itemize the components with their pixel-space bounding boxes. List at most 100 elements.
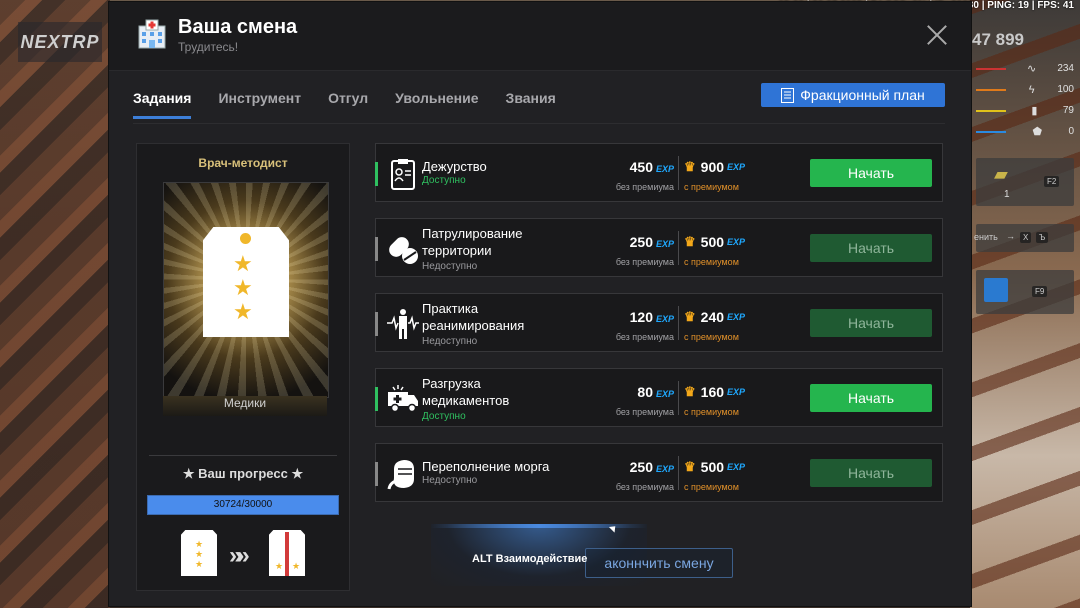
start-task-button[interactable]: Начать <box>810 309 932 337</box>
hud-inventory-slot[interactable]: ▰ 1 F2 <box>976 158 1074 206</box>
task-exp: 120 EXP <box>629 309 674 325</box>
thirst-bar <box>976 109 1006 112</box>
task-status-accent <box>375 462 378 486</box>
crown-icon: ♛ <box>684 234 696 249</box>
hud-stat-thirst: ▮ 79 <box>976 100 1074 121</box>
task-status-accent <box>375 312 378 336</box>
hospital-icon <box>138 19 166 49</box>
heartbeat-icon: ∿ <box>1027 63 1037 75</box>
hud-stat-armor: ⬟ 0 <box>976 121 1074 142</box>
task-exp-premium: ♛ 240 EXP <box>684 309 746 325</box>
rank-progress-bar: 30724/30000 <box>147 495 339 515</box>
task-row: Переполнение морга Недоступно 250 EXP без пр… <box>375 443 943 502</box>
clipboard-icon <box>386 157 420 191</box>
task-name: Дежурство <box>422 159 487 174</box>
calendar-icon <box>984 278 1008 302</box>
task-row: Патрулирование территории Недоступно 250 EXP… <box>375 218 943 277</box>
task-status: Недоступно <box>422 261 478 272</box>
crown-icon: ♛ <box>684 459 696 474</box>
no-premium-label: без премиума <box>615 482 674 492</box>
task-exp-premium: ♛ 500 EXP <box>684 459 746 475</box>
tab-tasks[interactable]: Задания <box>133 88 192 119</box>
rank-artwork: ★ ★ ★ <box>163 182 329 398</box>
task-name: Переполнение морга <box>422 459 550 474</box>
next-rank-epaulet-icon: ★ ★ <box>269 530 305 576</box>
fist-icon <box>386 457 420 491</box>
task-name: Практика реанимирования <box>422 301 525 333</box>
crown-icon: ♛ <box>684 309 696 324</box>
epaulet-icon: ★ ★ ★ <box>203 227 289 337</box>
rank-department: Медики <box>163 396 327 416</box>
lightning-icon: ϟ <box>1028 83 1035 96</box>
premium-label: с премиумом <box>684 407 739 417</box>
hud-calendar-slot[interactable]: F9 <box>976 270 1074 314</box>
end-shift-button[interactable]: аконнчить смену <box>585 548 733 578</box>
ambulance-icon <box>386 382 420 416</box>
task-status: Доступно <box>422 175 466 186</box>
tab-resignation[interactable]: Увольнение <box>395 88 478 119</box>
faction-plan-button[interactable]: Фракционный план <box>761 83 945 107</box>
task-status-accent <box>375 162 378 186</box>
task-exp: 250 EXP <box>629 459 674 475</box>
task-exp-premium: ♛ 500 EXP <box>684 234 746 250</box>
hud-money: 47 899 <box>972 30 1024 49</box>
no-premium-label: без премиума <box>615 332 674 342</box>
key-f2: F2 <box>1044 176 1060 187</box>
task-row: Дежурство Доступно 450 EXP без премиума ♛ 900 E… <box>375 143 943 202</box>
arrow-right-icon: → <box>1006 231 1015 241</box>
task-name: Разгрузка медикаментов <box>422 376 510 408</box>
crown-icon: ♛ <box>684 384 696 399</box>
shield-icon: ⬟ <box>1032 126 1042 138</box>
task-row: Разгрузка медикаментов Доступно 80 EXP без пр… <box>375 368 943 427</box>
start-task-button[interactable]: Начать <box>810 159 932 187</box>
server-logo: NEXTRP <box>18 22 102 62</box>
page-subtitle: Трудитесь! <box>178 40 239 54</box>
key-f9: F9 <box>1032 286 1048 297</box>
health-bar <box>976 67 1006 70</box>
hud-stat-health: ∿ 234 <box>976 58 1074 79</box>
task-row: Практика реанимирования Недоступно 120 EXP бе… <box>375 293 943 352</box>
close-icon[interactable] <box>926 24 948 46</box>
task-status: Недоступно <box>422 336 478 347</box>
hud-hint: енить → X Ъ <box>974 224 1074 252</box>
hud-stat-energy: ϟ 100 <box>976 79 1074 100</box>
crown-icon: ♛ <box>684 159 696 174</box>
tab-day-off[interactable]: Отгул <box>328 88 368 119</box>
task-exp-premium: ♛ 160 EXP <box>684 384 746 400</box>
task-status: Доступно <box>422 411 466 422</box>
armor-bar <box>976 130 1006 133</box>
start-task-button[interactable]: Начать <box>810 459 932 487</box>
page-title: Ваша смена <box>178 16 298 38</box>
current-rank-epaulet-icon: ★ ★ ★ <box>181 530 217 576</box>
progress-text: 30724/30000 <box>213 499 273 510</box>
task-status-accent <box>375 237 378 261</box>
tabs-divider <box>133 123 945 124</box>
progress-title: ★ Ваш прогресс ★ <box>182 466 304 481</box>
money-stack-icon: ▰ <box>994 164 1008 184</box>
start-task-button[interactable]: Начать <box>810 384 932 412</box>
premium-label: с премиумом <box>684 482 739 492</box>
background-left <box>0 0 110 608</box>
task-exp: 250 EXP <box>629 234 674 250</box>
premium-label: с премиумом <box>684 182 739 192</box>
tab-ranks[interactable]: Звания <box>506 88 556 119</box>
task-exp: 80 EXP <box>637 384 674 400</box>
double-chevron-right-icon: »» <box>229 542 250 569</box>
no-premium-label: без премиума <box>615 182 674 192</box>
pills-icon <box>386 232 420 266</box>
energy-bar <box>976 88 1006 91</box>
start-task-button[interactable]: Начать <box>810 234 932 262</box>
premium-label: с премиумом <box>684 257 739 267</box>
task-status: Недоступно <box>422 475 478 486</box>
document-icon <box>781 87 795 103</box>
tab-tool[interactable]: Инструмент <box>218 88 301 119</box>
heartbeat-icon <box>386 307 420 341</box>
alt-interaction-hint: ALT Взаимодействие <box>472 553 588 565</box>
hud-stats: ∿ 234 ϟ 100 ▮ 79 ⬟ 0 <box>976 58 1074 142</box>
shift-panel: Ваша смена Трудитесь! Задания Инструмент… <box>109 2 971 606</box>
premium-label: с премиумом <box>684 332 739 342</box>
rank-card: Врач-методист ★ ★ ★ Медики ★ Ваш прогрес… <box>136 143 350 591</box>
no-premium-label: без премиума <box>615 407 674 417</box>
panel-header: Ваша смена Трудитесь! <box>109 2 971 71</box>
rank-title: Врач-методист <box>198 156 288 170</box>
